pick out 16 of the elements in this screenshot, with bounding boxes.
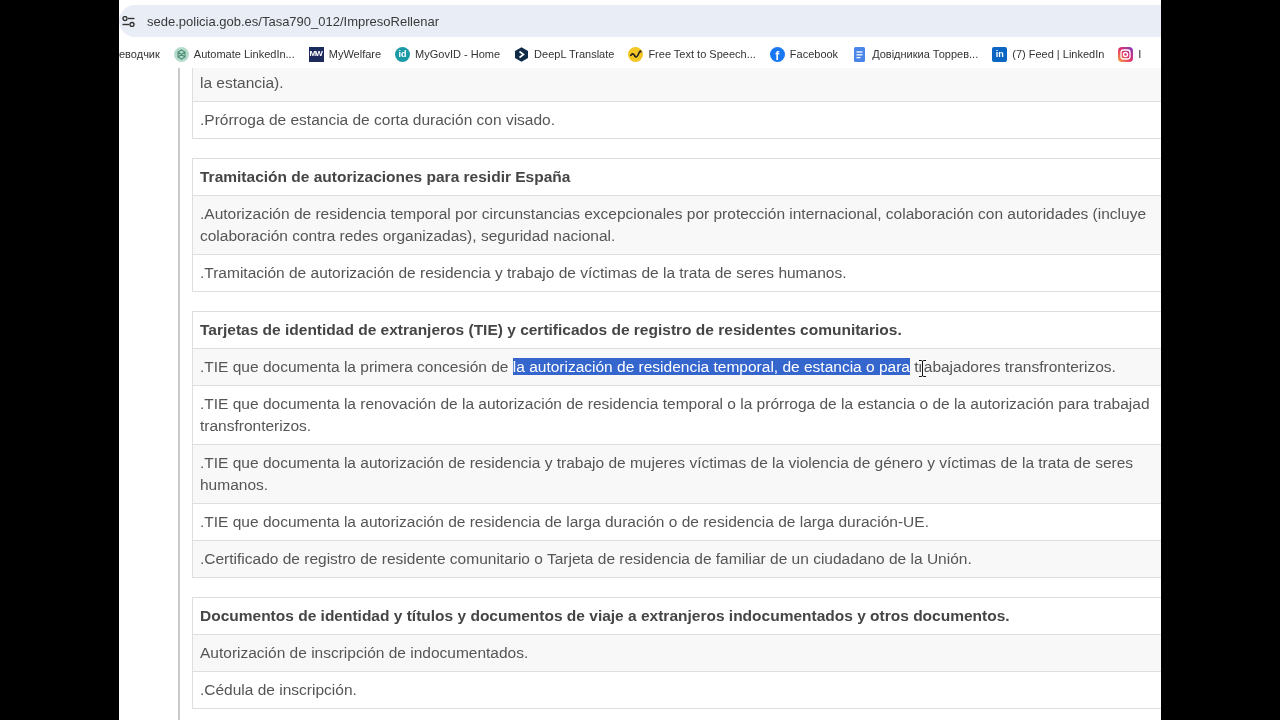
logo-icon: id — [395, 46, 411, 62]
logo-icon: in — [992, 46, 1008, 62]
table-cell: .TIE que documenta la autorización de residencia y trabajo de mujeres víctimas de la violencia de género y víctimas de la trata de seres humanos. — [193, 444, 1161, 503]
document-icon — [852, 46, 868, 62]
table-cell: la estancia). — [193, 68, 1161, 101]
table-cell: .Autorización de residencia temporal por circunstancias excepcionales por protección internacional, colaboración con autoridades (incluye colaboración contra redes organizadas), seguridad nacional. — [193, 195, 1161, 254]
table-cell: Autorización de inscripción de indocumentados. — [193, 634, 1161, 671]
hexagon-icon — [514, 46, 530, 62]
squiggle-icon — [628, 46, 644, 62]
knot-icon — [173, 46, 189, 62]
logo-icon: MW — [308, 46, 324, 62]
site-settings-icon[interactable] — [122, 15, 135, 27]
camera-icon — [1118, 46, 1134, 62]
address-field[interactable]: sede.policia.gob.es/Tasa790_012/ImpresoRellenar — [119, 5, 1161, 37]
logo-icon: f — [769, 46, 785, 62]
table-cell: .Certificado de registro de residente comunitario o Tarjeta de residencia de familiar de un ciudadano de la Unión. — [193, 540, 1161, 577]
